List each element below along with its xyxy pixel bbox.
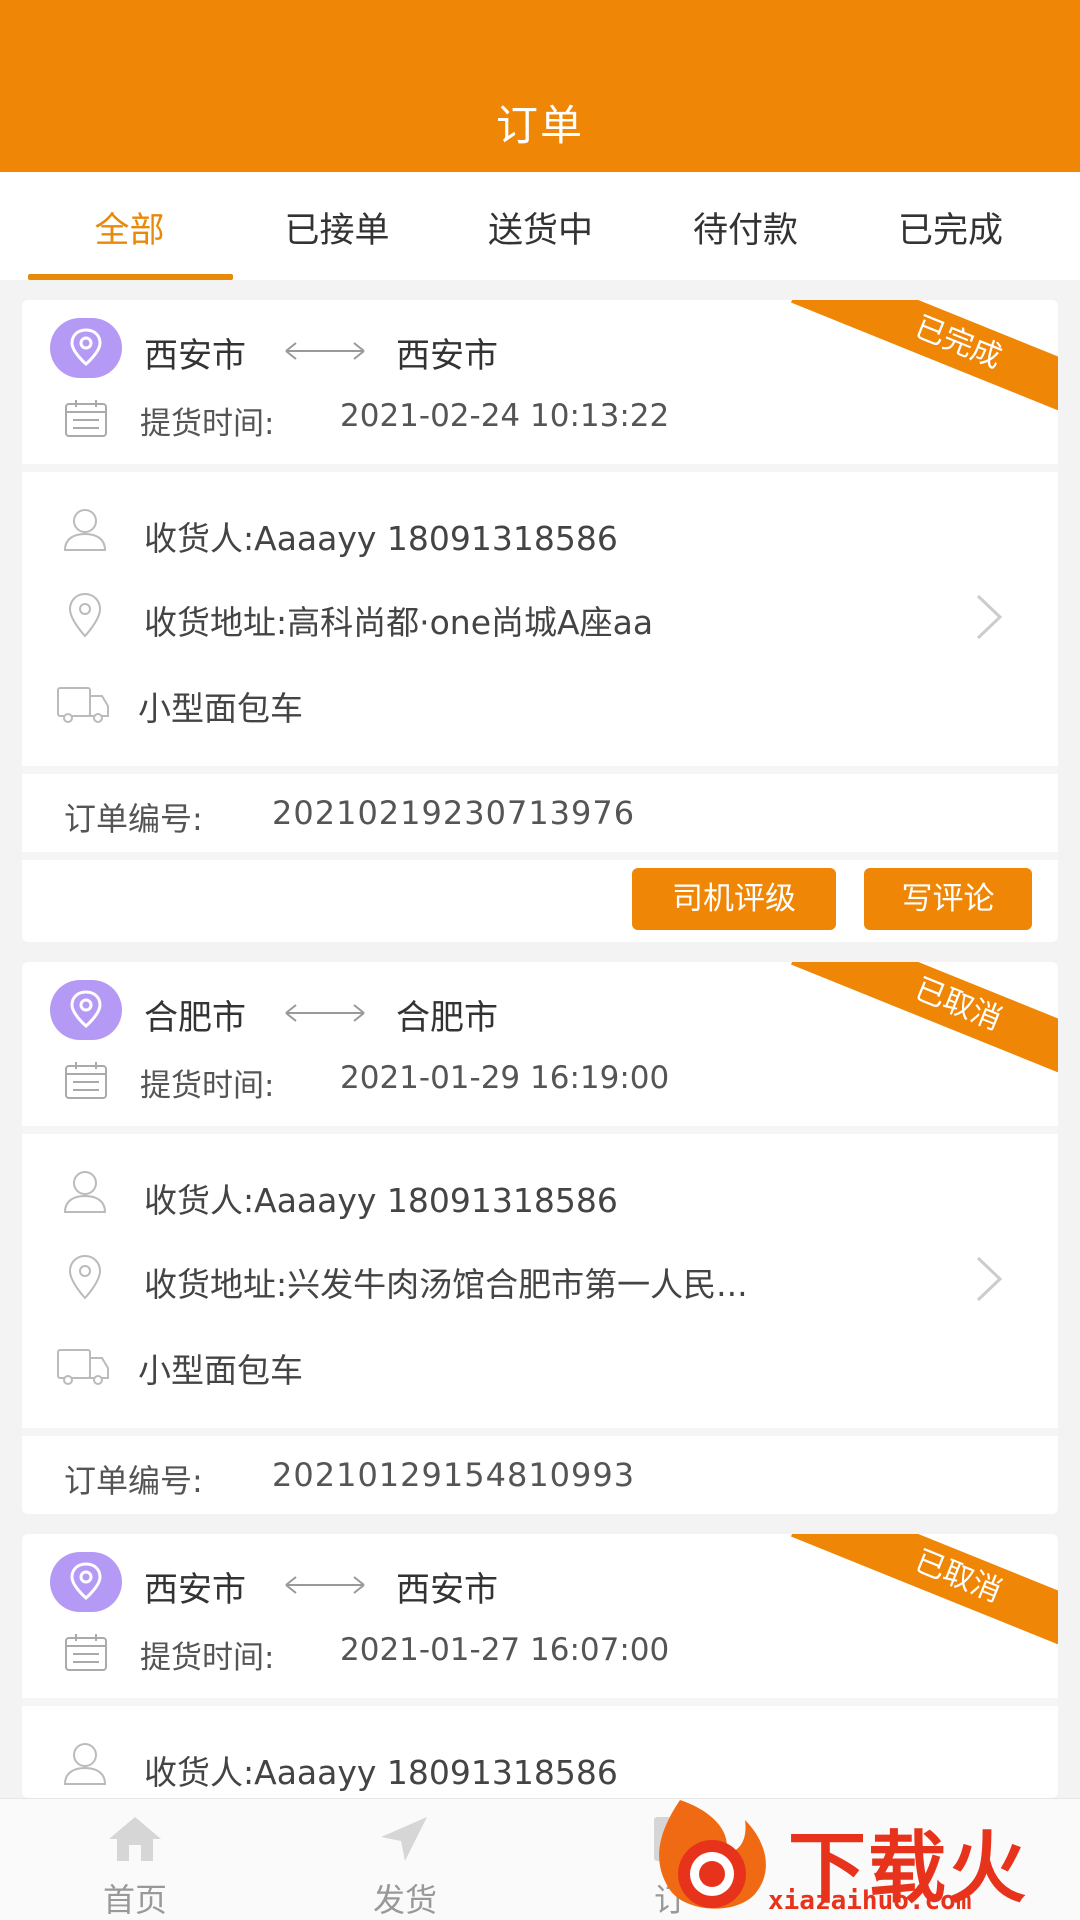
two-way-arrow-icon: [285, 1004, 365, 1022]
home-icon: [109, 1817, 161, 1861]
divider: [22, 766, 1058, 774]
status-badge: 已取消: [758, 962, 1058, 1072]
watermark-logo: 下载火 xiazaihuo.com: [640, 1790, 1080, 1920]
consignee-value: Aaaayy 18091318586: [254, 1753, 618, 1792]
consignee-row: 收货人:Aaaayy 18091318586: [144, 1174, 618, 1222]
order-number-value: 20210129154810993: [272, 1456, 636, 1494]
nav-home[interactable]: 首页: [55, 1799, 215, 1920]
location-pin-icon: [50, 318, 122, 378]
vehicle-type: 小型面包车: [138, 1351, 303, 1390]
tab-accepted[interactable]: 已接单: [272, 202, 402, 253]
consignee-row: 收货人:Aaaayy 18091318586: [144, 512, 618, 560]
from-city: 西安市: [144, 336, 246, 376]
order-card[interactable]: 已取消 西安市 西安市 提货时间: 2021-01-27 16:07:00 收货…: [22, 1534, 1058, 1798]
pickup-time-value: 2021-02-24 10:13:22: [340, 398, 670, 434]
van-icon: [57, 1349, 109, 1385]
nav-send-label: 发货: [372, 1881, 437, 1919]
location-icon: [68, 1254, 102, 1300]
person-icon: [63, 1743, 107, 1785]
consignee-row: 收货人:Aaaayy 18091318586: [144, 1746, 618, 1794]
order-card[interactable]: 已取消 合肥市 合肥市 提货时间: 2021-01-29 16:19:00 收货…: [22, 962, 1058, 1514]
pickup-time-label: 提货时间:: [140, 1068, 275, 1104]
consignee-value: Aaaayy 18091318586: [254, 519, 618, 558]
rate-driver-button[interactable]: 司机评级: [632, 868, 836, 930]
order-card[interactable]: 已完成 西安市 西安市 提货时间: 2021-02-24 10:13:22 收货…: [22, 300, 1058, 942]
divider: [22, 852, 1058, 860]
address-label: 收货地址:: [144, 603, 288, 642]
send-icon: [381, 1817, 427, 1861]
write-review-button[interactable]: 写评论: [864, 868, 1032, 930]
active-tab-indicator: [28, 274, 233, 280]
divider: [22, 1126, 1058, 1134]
person-icon: [63, 509, 107, 551]
divider: [22, 1698, 1058, 1706]
address-value: 高科尚都·one尚城A座aa: [287, 603, 654, 642]
tab-all[interactable]: 全部: [72, 202, 187, 253]
tab-completed[interactable]: 已完成: [888, 202, 1013, 253]
address-row[interactable]: 收货地址:兴发牛肉汤馆合肥市第一人民...: [144, 1258, 748, 1306]
consignee-label: 收货人:: [144, 1753, 255, 1792]
chevron-right-icon[interactable]: [972, 1254, 1006, 1304]
vehicle-type: 小型面包车: [138, 689, 303, 728]
to-city: 西安市: [396, 1570, 498, 1610]
divider: [22, 1428, 1058, 1436]
address-row[interactable]: 收货地址:高科尚都·one尚城A座aa: [144, 596, 653, 644]
tab-delivering[interactable]: 送货中: [478, 202, 603, 253]
from-city: 西安市: [144, 1570, 246, 1610]
nav-home-label: 首页: [102, 1881, 167, 1919]
order-number-label: 订单编号:: [64, 1462, 203, 1500]
order-number-value: 20210219230713976: [272, 794, 636, 832]
consignee-label: 收货人:: [144, 519, 255, 558]
address-label: 收货地址:: [144, 1265, 288, 1304]
from-city: 合肥市: [144, 998, 246, 1038]
address-value: 兴发牛肉汤馆合肥市第一人民...: [287, 1265, 748, 1304]
calendar-icon: [65, 400, 107, 437]
page-title: 订单: [495, 101, 584, 150]
nav-send[interactable]: 发货: [325, 1799, 485, 1920]
location-pin-icon: [50, 1552, 122, 1612]
to-city: 合肥市: [396, 998, 498, 1038]
location-pin-icon: [50, 980, 122, 1040]
consignee-label: 收货人:: [144, 1181, 255, 1220]
van-icon: [57, 687, 109, 723]
person-icon: [63, 1171, 107, 1213]
pickup-time-value: 2021-01-27 16:07:00: [340, 1632, 670, 1668]
order-status-tabs: 全部 已接单 送货中 待付款 已完成: [0, 172, 1080, 280]
two-way-arrow-icon: [285, 1576, 365, 1594]
status-badge: 已完成: [758, 300, 1058, 410]
chevron-right-icon[interactable]: [972, 592, 1006, 642]
calendar-icon: [65, 1062, 107, 1099]
watermark-url: xiazaihuo.com: [768, 1886, 972, 1916]
to-city: 西安市: [396, 336, 498, 376]
app-header: 订单: [0, 0, 1080, 172]
pickup-time-label: 提货时间:: [140, 1640, 275, 1676]
consignee-value: Aaaayy 18091318586: [254, 1181, 618, 1220]
divider: [22, 464, 1058, 472]
calendar-icon: [65, 1634, 107, 1671]
two-way-arrow-icon: [285, 342, 365, 360]
status-badge: 已取消: [758, 1534, 1058, 1644]
tab-pending-payment[interactable]: 待付款: [683, 202, 808, 253]
pickup-time-label: 提货时间:: [140, 406, 275, 442]
pickup-time-value: 2021-01-29 16:19:00: [340, 1060, 670, 1096]
order-number-label: 订单编号:: [64, 800, 203, 838]
location-icon: [68, 592, 102, 638]
